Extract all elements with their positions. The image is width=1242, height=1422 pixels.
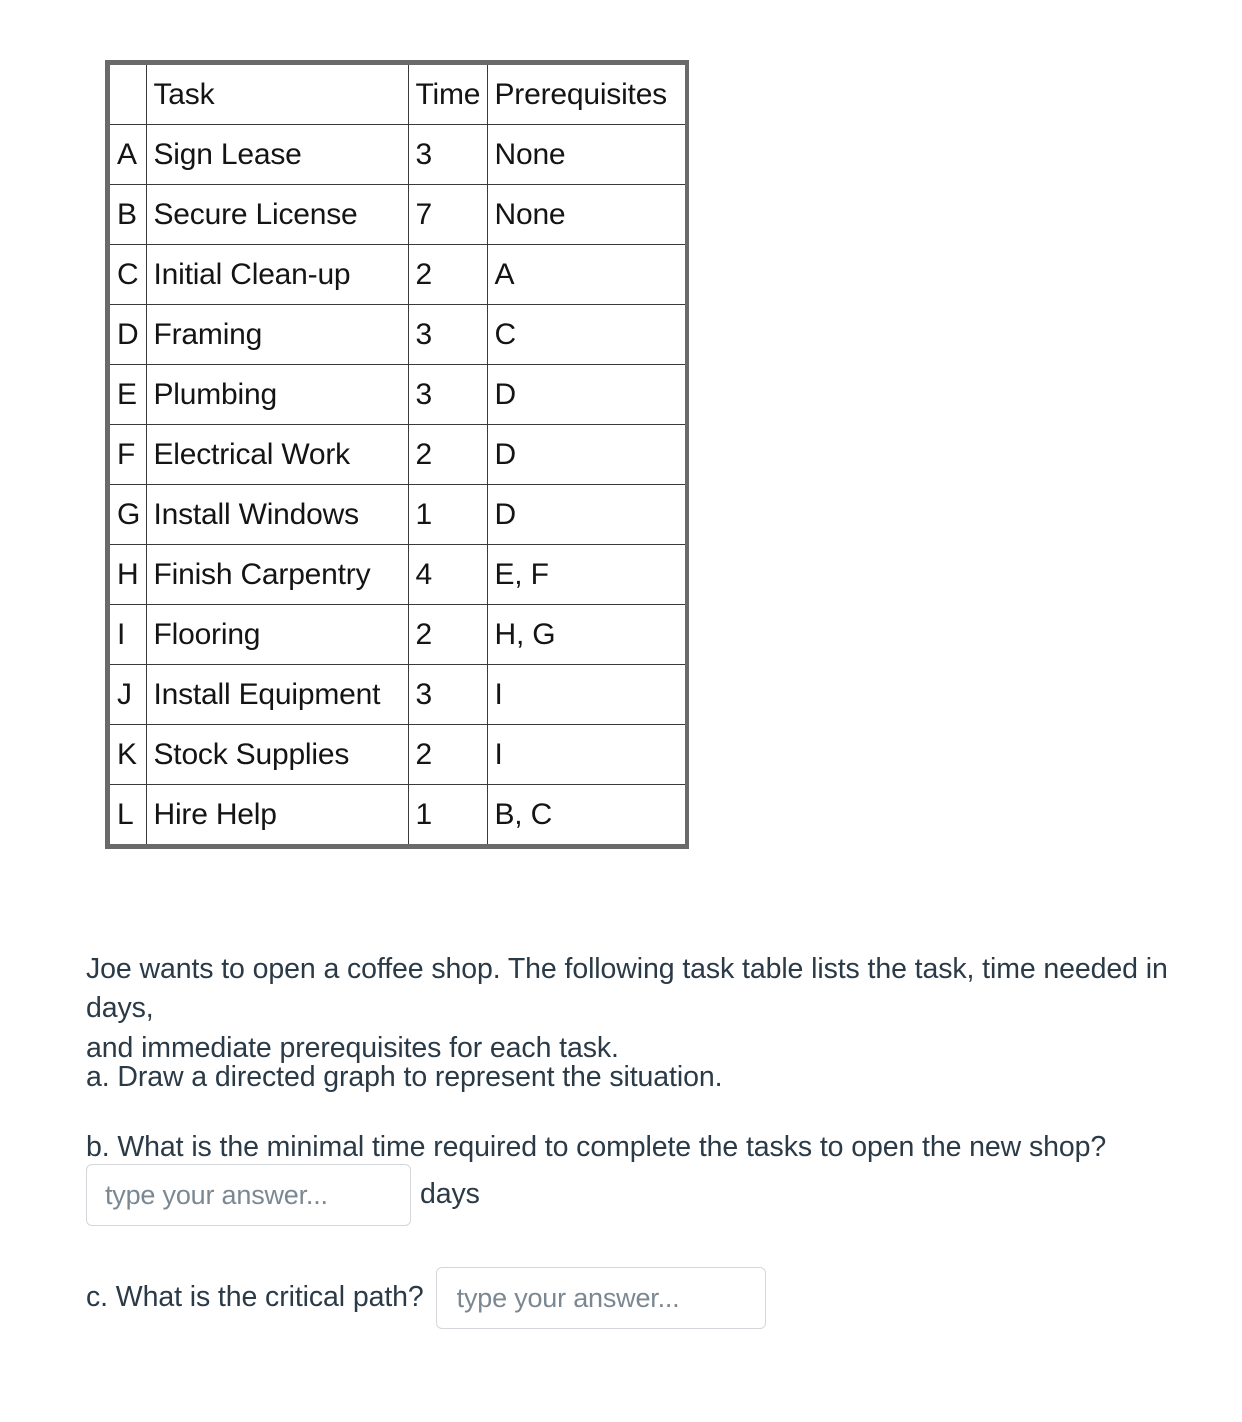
row-letter: D bbox=[110, 304, 147, 365]
row-prerequisites: C bbox=[486, 304, 685, 365]
row-prerequisites: D bbox=[486, 484, 685, 545]
row-letter: J bbox=[110, 664, 147, 725]
question-c-row: c. What is the critical path? bbox=[86, 1267, 766, 1329]
header-letter bbox=[110, 65, 147, 125]
row-task: Install Windows bbox=[145, 484, 409, 545]
task-table: Task Time Prerequisites A Sign Lease 3 N… bbox=[110, 65, 685, 844]
row-prerequisites: D bbox=[486, 424, 685, 485]
row-time: 2 bbox=[407, 724, 488, 785]
row-prerequisites: E, F bbox=[486, 544, 685, 605]
row-time: 4 bbox=[407, 544, 488, 605]
row-letter: K bbox=[110, 724, 147, 785]
row-time: 1 bbox=[407, 484, 488, 545]
row-prerequisites: I bbox=[486, 664, 685, 725]
days-unit-label: days bbox=[420, 1178, 480, 1210]
table-row: K Stock Supplies 2 I bbox=[110, 724, 685, 785]
table-row: F Electrical Work 2 D bbox=[110, 424, 685, 485]
header-task: Task bbox=[145, 65, 409, 125]
row-task: Install Equipment bbox=[145, 664, 409, 725]
table-row: C Initial Clean-up 2 A bbox=[110, 244, 685, 305]
question-b: b. What is the minimal time required to … bbox=[86, 1131, 1107, 1163]
row-time: 7 bbox=[407, 184, 488, 245]
row-letter: E bbox=[110, 364, 147, 425]
row-task: Electrical Work bbox=[145, 424, 409, 485]
task-table-container: Task Time Prerequisites A Sign Lease 3 N… bbox=[105, 60, 689, 849]
row-letter: F bbox=[110, 424, 147, 485]
row-task: Flooring bbox=[145, 604, 409, 665]
row-letter: L bbox=[110, 784, 147, 844]
table-row: D Framing 3 C bbox=[110, 304, 685, 365]
table-row: J Install Equipment 3 I bbox=[110, 664, 685, 725]
task-table-header: Task Time Prerequisites bbox=[110, 65, 685, 125]
row-time: 2 bbox=[407, 604, 488, 665]
row-task: Stock Supplies bbox=[145, 724, 409, 785]
row-task: Hire Help bbox=[145, 784, 409, 844]
table-row: L Hire Help 1 B, C bbox=[110, 784, 685, 844]
table-row: H Finish Carpentry 4 E, F bbox=[110, 544, 685, 605]
table-header-row: Task Time Prerequisites bbox=[110, 65, 685, 125]
row-prerequisites: None bbox=[486, 124, 685, 185]
task-table-body: A Sign Lease 3 None B Secure License 7 N… bbox=[110, 124, 685, 844]
row-letter: H bbox=[110, 544, 147, 605]
row-time: 2 bbox=[407, 244, 488, 305]
row-time: 3 bbox=[407, 664, 488, 725]
row-task: Secure License bbox=[145, 184, 409, 245]
row-prerequisites: B, C bbox=[486, 784, 685, 844]
row-task: Sign Lease bbox=[145, 124, 409, 185]
row-task: Finish Carpentry bbox=[145, 544, 409, 605]
table-row: B Secure License 7 None bbox=[110, 184, 685, 245]
row-time: 3 bbox=[407, 124, 488, 185]
table-row: A Sign Lease 3 None bbox=[110, 124, 685, 185]
row-letter: B bbox=[110, 184, 147, 245]
header-prerequisites: Prerequisites bbox=[486, 65, 685, 125]
row-prerequisites: None bbox=[486, 184, 685, 245]
row-time: 1 bbox=[407, 784, 488, 844]
row-letter: G bbox=[110, 484, 147, 545]
row-prerequisites: I bbox=[486, 724, 685, 785]
table-row: I Flooring 2 H, G bbox=[110, 604, 685, 665]
header-time: Time bbox=[407, 65, 488, 125]
row-time: 3 bbox=[407, 364, 488, 425]
row-time: 2 bbox=[407, 424, 488, 485]
question-a: a. Draw a directed graph to represent th… bbox=[86, 1061, 723, 1093]
row-prerequisites: D bbox=[486, 364, 685, 425]
problem-statement-line-1: Joe wants to open a coffee shop. The fol… bbox=[86, 953, 1168, 1025]
row-task: Framing bbox=[145, 304, 409, 365]
problem-statement: Joe wants to open a coffee shop. The fol… bbox=[86, 950, 1198, 1068]
row-letter: C bbox=[110, 244, 147, 305]
row-letter: A bbox=[110, 124, 147, 185]
question-b-answer-row: days bbox=[86, 1164, 480, 1226]
question-c-label: c. What is the critical path? bbox=[86, 1281, 424, 1314]
answer-input-c[interactable] bbox=[435, 1267, 766, 1329]
row-letter: I bbox=[110, 604, 147, 665]
table-row: E Plumbing 3 D bbox=[110, 364, 685, 425]
table-row: G Install Windows 1 D bbox=[110, 484, 685, 545]
row-task: Plumbing bbox=[145, 364, 409, 425]
row-prerequisites: H, G bbox=[486, 604, 685, 665]
row-prerequisites: A bbox=[486, 244, 685, 305]
row-time: 3 bbox=[407, 304, 488, 365]
answer-input-b[interactable] bbox=[86, 1164, 411, 1226]
row-task: Initial Clean-up bbox=[145, 244, 409, 305]
